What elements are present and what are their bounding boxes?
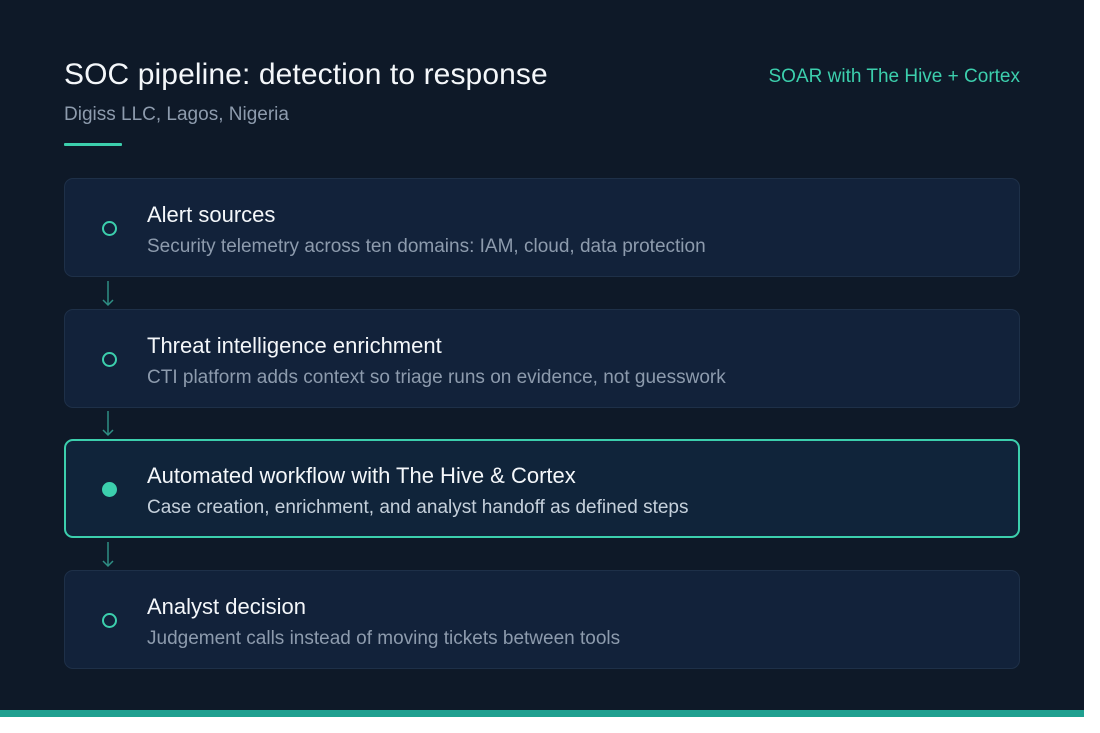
step-card-automated-workflow: Automated workflow with The Hive & Corte… bbox=[64, 439, 1020, 538]
page-subtitle: Digiss LLC, Lagos, Nigeria bbox=[64, 104, 289, 125]
step-marker-active-icon bbox=[102, 482, 117, 497]
step-description: Judgement calls instead of moving ticket… bbox=[147, 628, 621, 649]
arrow-down-icon bbox=[102, 281, 114, 307]
arrow-down-icon bbox=[102, 411, 114, 437]
arrow-down-icon bbox=[102, 542, 114, 568]
step-marker-icon bbox=[102, 613, 117, 628]
step-marker-icon bbox=[102, 221, 117, 236]
step-title: Alert sources bbox=[147, 202, 276, 227]
title-accent-line bbox=[64, 143, 122, 146]
step-description: CTI platform adds context so triage runs… bbox=[147, 367, 726, 388]
step-title: Automated workflow with The Hive & Corte… bbox=[147, 463, 576, 488]
tagline: SOAR with The Hive + Cortex bbox=[768, 66, 1021, 87]
step-card-analyst-decision: Analyst decision Judgement calls instead… bbox=[64, 570, 1020, 669]
bottom-accent-bar bbox=[0, 710, 1084, 717]
step-description: Security telemetry across ten domains: I… bbox=[147, 236, 706, 257]
step-title: Analyst decision bbox=[147, 594, 306, 619]
diagram-canvas: SOC pipeline: detection to response Digi… bbox=[0, 0, 1084, 717]
step-card-threat-intel: Threat intelligence enrichment CTI platf… bbox=[64, 309, 1020, 408]
step-title: Threat intelligence enrichment bbox=[147, 333, 442, 358]
step-description: Case creation, enrichment, and analyst h… bbox=[147, 497, 689, 518]
step-marker-icon bbox=[102, 352, 117, 367]
page-title: SOC pipeline: detection to response bbox=[64, 58, 548, 91]
step-card-alert-sources: Alert sources Security telemetry across … bbox=[64, 178, 1020, 277]
